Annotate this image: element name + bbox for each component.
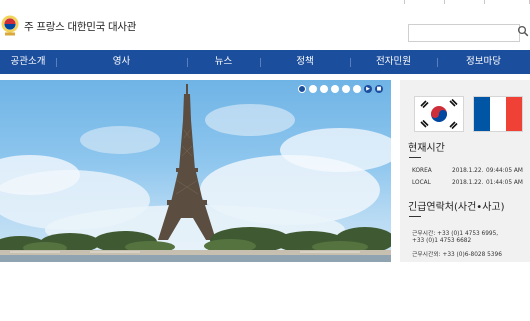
main-banner-slide[interactable]: ▶ ■ — [0, 80, 391, 262]
info-sidebar: 현재시간 KOREA 2018.1.22. 09:44:05 AM LOCAL … — [400, 80, 530, 262]
slide-dot[interactable] — [342, 85, 350, 93]
french-flag-button[interactable] — [473, 96, 523, 132]
timezone-date: 2018.1.22. — [452, 180, 484, 186]
timezone-date: 2018.1.22. — [452, 168, 484, 174]
emergency-contact-line: 근무시간: +33 (0)1 4753 6995, — [412, 231, 499, 237]
emergency-contact-line: +33 (0)1 4753 6682 — [412, 238, 472, 244]
timezone-label: KOREA — [412, 168, 432, 174]
slide-dot[interactable] — [320, 85, 328, 93]
nav-item-info-plaza[interactable]: 정보마당 — [437, 50, 530, 74]
timezone-label: LOCAL — [412, 180, 431, 186]
slide-dot[interactable] — [331, 85, 339, 93]
title-underline — [409, 216, 421, 217]
eiffel-tower-image — [0, 84, 391, 262]
emergency-contact-line: 근무시간외: +33 (0)6-8028 5396 — [412, 252, 502, 258]
slide-dot[interactable] — [298, 85, 306, 93]
site-header: 주 프랑스 대한민국 대사관 — [0, 4, 530, 50]
nav-item-policy[interactable]: 정책 — [260, 50, 350, 74]
nav-item-consular[interactable]: 영사 — [56, 50, 187, 74]
site-title[interactable]: 주 프랑스 대한민국 대사관 — [24, 19, 136, 34]
pause-icon[interactable]: ■ — [375, 85, 383, 93]
search-icon[interactable] — [517, 25, 529, 37]
embassy-emblem-icon[interactable] — [1, 15, 19, 37]
main-navigation: 공관소개 영사 뉴스 정책 전자민원 정보마당 — [0, 50, 530, 74]
emergency-contact-title: 긴급연락처(사건•사고) — [408, 202, 505, 213]
slide-dot[interactable] — [309, 85, 317, 93]
search-input[interactable] — [408, 24, 520, 42]
slider-pagination: ▶ ■ — [298, 85, 383, 93]
korean-flag-button[interactable] — [414, 96, 464, 132]
timezone-time: 01:44:05 AM — [486, 180, 523, 186]
play-icon[interactable]: ▶ — [364, 85, 372, 93]
timezone-time: 09:44:05 AM — [486, 168, 523, 174]
nav-item-about[interactable]: 공관소개 — [0, 50, 56, 74]
nav-item-e-services[interactable]: 전자민원 — [350, 50, 437, 74]
nav-item-news[interactable]: 뉴스 — [187, 50, 260, 74]
title-underline — [409, 157, 421, 158]
slide-dot[interactable] — [353, 85, 361, 93]
current-time-title: 현재시간 — [408, 143, 445, 154]
